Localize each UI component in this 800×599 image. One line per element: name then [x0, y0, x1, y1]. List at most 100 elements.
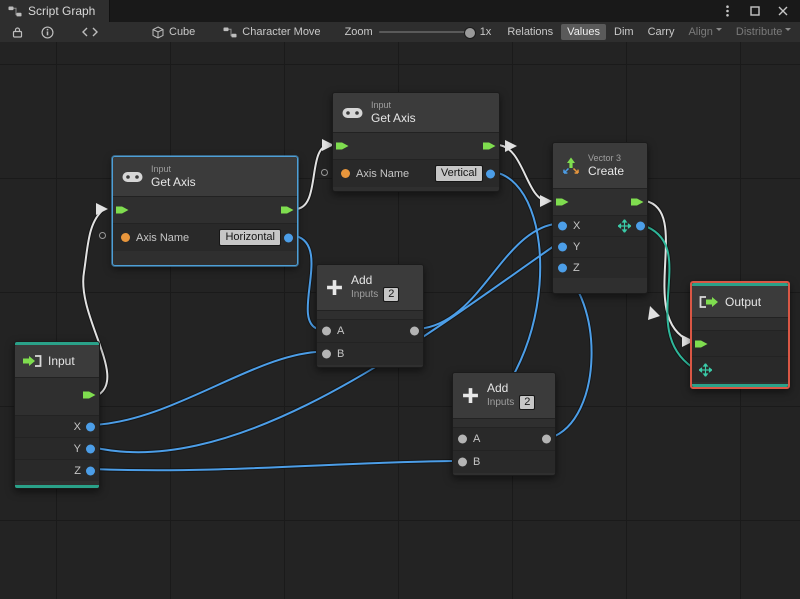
axis-name-row: Axis Name Horizontal [113, 223, 297, 251]
sum-output-port[interactable] [542, 434, 551, 444]
vector3-input-port[interactable] [698, 362, 713, 377]
zoom-slider-handle[interactable] [463, 27, 476, 39]
node-title: Get Axis [371, 111, 416, 125]
flow-out-port[interactable] [483, 141, 496, 152]
y-input-port[interactable] [558, 242, 567, 252]
port-row-y: Y [15, 437, 99, 459]
flow-in-port[interactable] [556, 197, 569, 208]
node-title: Add [487, 381, 509, 395]
z-input-port[interactable] [558, 263, 567, 273]
inputs-count-field[interactable]: 2 [383, 287, 400, 302]
gamepad-icon [342, 107, 363, 118]
wire-vector3-result-to-output[interactable] [641, 224, 693, 368]
node-graph-input[interactable]: Input X Y Z [14, 341, 100, 489]
flow-row [333, 133, 499, 159]
graph-canvas[interactable]: Input Get Axis Axis Name Vertical Input … [0, 42, 800, 599]
axis-name-field[interactable]: Vertical [434, 165, 483, 182]
breadcrumb-target[interactable]: Cube [152, 25, 195, 39]
node-header: Vector 3 Create [553, 143, 647, 189]
axis-name-port[interactable] [341, 169, 350, 178]
result-port[interactable] [486, 169, 495, 178]
axis-name-row: Axis Name Vertical [333, 159, 499, 187]
code-view-button[interactable] [78, 26, 102, 38]
inputs-label: Inputs [487, 397, 515, 408]
node-vector3-create[interactable]: Vector 3 Create X Y Z [552, 142, 648, 294]
input-a-port[interactable] [322, 326, 331, 336]
value-input-row [692, 356, 788, 382]
z-output-port[interactable] [86, 466, 95, 475]
axis-name-label: Axis Name [136, 231, 190, 244]
close-icon[interactable] [776, 4, 790, 18]
result-port[interactable] [284, 233, 293, 242]
x-output-port[interactable] [86, 422, 95, 431]
flow-row [113, 197, 297, 223]
wire-flow-horizontal-to-vertical[interactable] [294, 144, 331, 210]
unity-script-graph-window: Script Graph Cube Character Move Zoom 1x… [0, 0, 800, 599]
values-toggle[interactable]: Values [561, 24, 606, 40]
node-header: Output [692, 286, 788, 318]
node-add-1[interactable]: Add Inputs 2 A B [316, 264, 424, 368]
flow-row [553, 189, 647, 215]
cube-icon [152, 25, 164, 39]
flow-row [15, 378, 99, 412]
flow-out-port[interactable] [83, 390, 96, 401]
axis-name-port[interactable] [121, 233, 130, 242]
dim-toggle[interactable]: Dim [608, 24, 640, 40]
port-row-b: B [317, 342, 423, 365]
graph-input-icon [23, 355, 42, 367]
vector3-output-port[interactable] [636, 221, 645, 231]
carry-toggle[interactable]: Carry [642, 24, 681, 40]
chevron-down-icon [785, 28, 792, 34]
inputs-count-field[interactable]: 2 [519, 395, 536, 410]
node-category: Vector 3 [588, 153, 622, 163]
align-dropdown[interactable]: Align [682, 24, 727, 40]
sum-output-port[interactable] [410, 326, 419, 336]
relations-toggle[interactable]: Relations [501, 24, 559, 40]
breadcrumb-graph[interactable]: Character Move [223, 26, 321, 38]
node-header: Input Get Axis [333, 93, 499, 133]
flow-out-port[interactable] [631, 197, 644, 208]
wire-add1-result-to-vector3-x[interactable] [417, 223, 555, 330]
x-input-port[interactable] [558, 221, 567, 231]
wire-flow-vertical-to-vector3[interactable] [496, 144, 549, 202]
node-header: Add Inputs 2 [317, 265, 423, 311]
port-row-z: Z [553, 257, 647, 278]
graph-toolbar: Cube Character Move Zoom 1x Relations Va… [0, 22, 800, 43]
io-accent-strip [692, 283, 788, 286]
node-get-axis-vertical[interactable]: Input Get Axis Axis Name Vertical [332, 92, 500, 192]
port-row-a: A [317, 319, 423, 342]
port-row-z: Z [15, 459, 99, 481]
wire-horizontal-result-to-add1-a[interactable] [295, 235, 319, 330]
node-category: Input [151, 164, 172, 174]
zoom-slider[interactable] [378, 27, 476, 39]
vector3-type-icon [617, 218, 632, 234]
node-header: Input Get Axis [113, 157, 297, 197]
flow-in-port[interactable] [336, 141, 349, 152]
tab-script-graph[interactable]: Script Graph [0, 0, 111, 22]
menu-kebab-icon[interactable] [720, 4, 734, 18]
input-b-port[interactable] [458, 457, 467, 467]
node-graph-output[interactable]: Output [690, 281, 790, 389]
wire-input-x-to-add1-b[interactable] [91, 351, 317, 426]
distribute-dropdown[interactable]: Distribute [730, 24, 797, 40]
axis-name-field[interactable]: Horizontal [219, 229, 281, 246]
lock-button[interactable] [8, 25, 27, 39]
input-a-port[interactable] [458, 434, 467, 444]
maximize-icon[interactable] [748, 4, 762, 18]
node-get-axis-horizontal[interactable]: Input Get Axis Axis Name Horizontal [112, 156, 298, 266]
node-header: Input [15, 345, 99, 378]
node-add-2[interactable]: Add Inputs 2 A B [452, 372, 556, 476]
input-b-port[interactable] [322, 349, 331, 359]
gamepad-icon [122, 171, 143, 182]
node-title: Get Axis [151, 175, 196, 189]
flow-in-port[interactable] [695, 338, 708, 349]
y-output-port[interactable] [86, 444, 95, 453]
flow-in-port[interactable] [116, 205, 129, 216]
info-button[interactable] [37, 25, 58, 40]
wire-flow-vector3-to-output[interactable] [645, 200, 691, 342]
io-accent-strip [692, 384, 788, 387]
flow-out-port[interactable] [281, 205, 294, 216]
wire-input-z-to-add2-b[interactable] [91, 460, 455, 472]
script-graph-icon [223, 27, 237, 37]
unconnected-port-ring [99, 232, 106, 239]
